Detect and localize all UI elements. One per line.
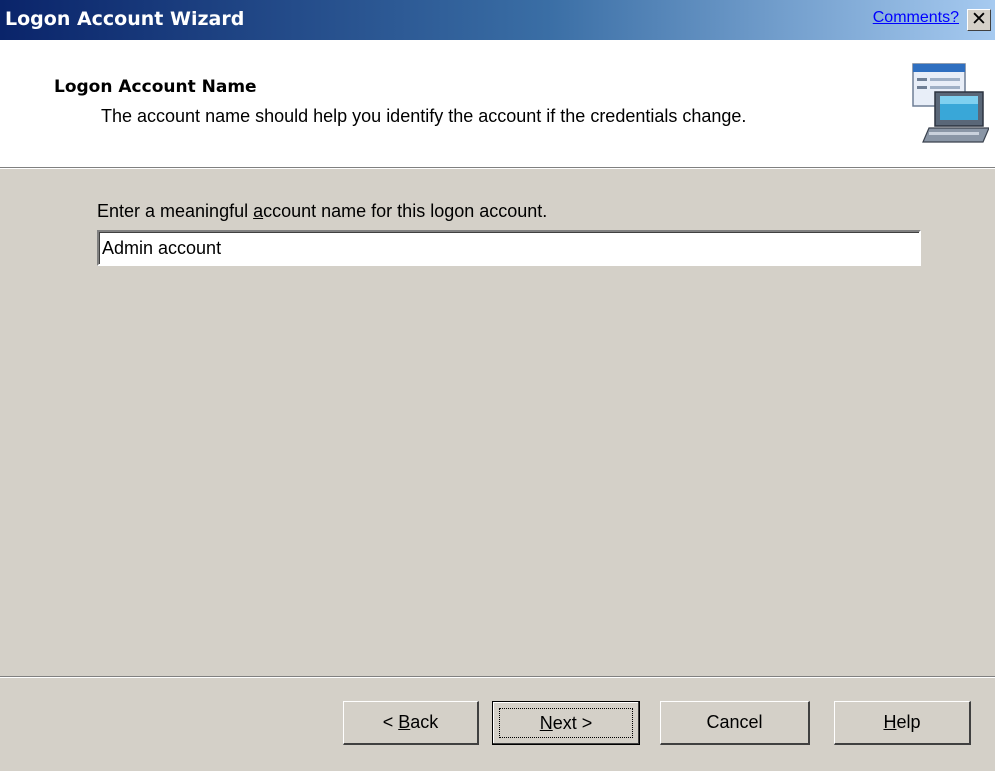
help-mnemonic: H bbox=[883, 712, 897, 732]
label-text-end: ccount name for this logon account. bbox=[263, 201, 548, 221]
back-button[interactable]: < Back bbox=[343, 701, 479, 745]
page-subtitle: The account name should help you identif… bbox=[101, 106, 747, 126]
wizard-header: Logon Account Name The account name shou… bbox=[0, 40, 995, 167]
help-label: elp bbox=[896, 712, 921, 732]
title-bar[interactable]: Logon Account Wizard Comments? ✕ bbox=[0, 0, 995, 40]
close-icon: ✕ bbox=[971, 8, 987, 30]
account-name-input[interactable] bbox=[97, 230, 921, 266]
back-arrow: < bbox=[382, 712, 399, 732]
wizard-window: Logon Account Wizard Comments? ✕ Logon A… bbox=[0, 0, 995, 771]
label-text-start: Enter a meaningful bbox=[97, 201, 254, 221]
next-mnemonic: N bbox=[539, 713, 553, 733]
help-button[interactable]: Help bbox=[834, 701, 971, 745]
close-button[interactable]: ✕ bbox=[967, 9, 991, 31]
back-label: ack bbox=[410, 712, 439, 732]
next-button[interactable]: Next > bbox=[492, 701, 640, 745]
comments-link[interactable]: Comments? bbox=[873, 9, 959, 27]
cancel-label: Cancel bbox=[706, 712, 763, 732]
computer-monitor-icon bbox=[912, 63, 989, 143]
focus-ring: Next > bbox=[499, 708, 633, 738]
window-title: Logon Account Wizard bbox=[5, 8, 245, 30]
header-divider-highlight bbox=[0, 168, 995, 169]
cancel-button[interactable]: Cancel bbox=[660, 701, 810, 745]
next-label: ext > bbox=[552, 713, 593, 733]
footer-divider-highlight bbox=[0, 677, 995, 678]
account-name-label: Enter a meaningful account name for this… bbox=[97, 201, 547, 222]
page-title: Logon Account Name bbox=[54, 77, 257, 97]
label-mnemonic: a bbox=[253, 201, 264, 221]
back-mnemonic: B bbox=[398, 712, 411, 732]
